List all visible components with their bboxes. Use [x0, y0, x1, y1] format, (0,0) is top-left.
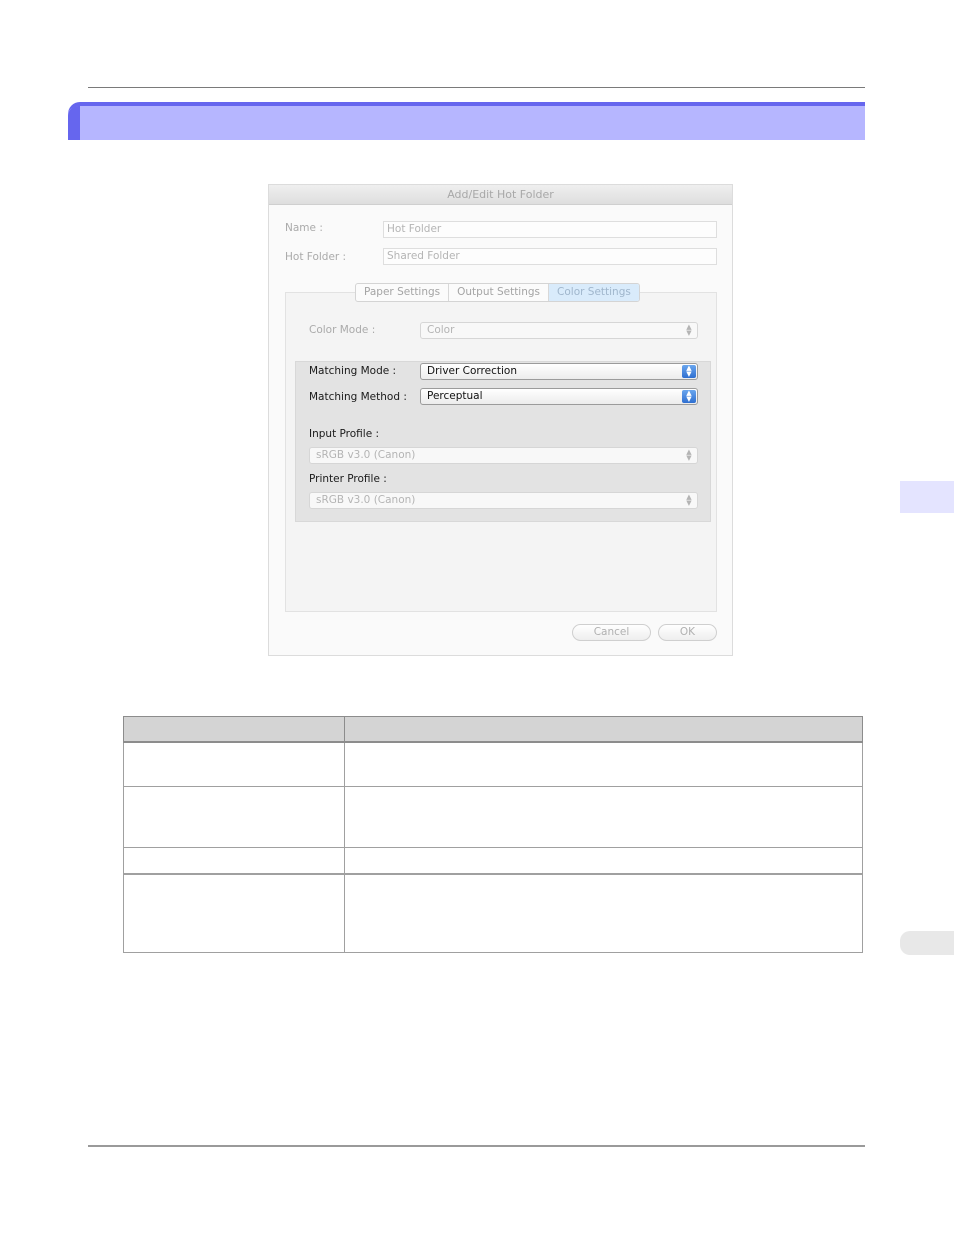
cancel-button[interactable]: Cancel [572, 624, 651, 641]
name-label: Name : [285, 222, 323, 234]
table-row [123, 873, 863, 953]
settings-description-table [123, 716, 863, 953]
name-field[interactable]: Hot Folder [383, 221, 717, 238]
section-side-tab [900, 931, 954, 955]
add-edit-hot-folder-dialog: Add/Edit Hot Folder Name : Hot Folder Ho… [268, 184, 733, 656]
table-row [123, 786, 863, 848]
printer-profile-label: Printer Profile : [309, 473, 387, 485]
updown-arrows-icon: ▲ ▼ [682, 390, 696, 403]
tab-paper-settings[interactable]: Paper Settings [356, 284, 450, 301]
dialog-title: Add/Edit Hot Folder [269, 185, 732, 205]
chapter-side-tab [900, 481, 954, 513]
table-cell [344, 786, 863, 848]
ok-button[interactable]: OK [658, 624, 717, 641]
header-rule [88, 87, 865, 88]
section-heading-banner [68, 102, 865, 140]
table-row [123, 741, 863, 787]
printer-profile-select[interactable]: sRGB v3.0 (Canon) ▲ ▼ [309, 492, 698, 509]
input-profile-select[interactable]: sRGB v3.0 (Canon) ▲ ▼ [309, 447, 698, 464]
printer-profile-value: sRGB v3.0 (Canon) [316, 494, 416, 506]
tab-output-settings[interactable]: Output Settings [449, 284, 550, 301]
hot-folder-field[interactable]: Shared Folder [383, 248, 717, 265]
table-cell [123, 847, 345, 875]
table-cell [344, 847, 863, 875]
input-profile-value: sRGB v3.0 (Canon) [316, 449, 416, 461]
table-header-cell [344, 716, 863, 743]
hot-folder-label: Hot Folder : [285, 251, 347, 263]
matching-mode-value: Driver Correction [427, 365, 517, 377]
settings-tabs: Paper Settings Output Settings Color Set… [355, 283, 640, 302]
input-profile-label: Input Profile : [309, 428, 380, 440]
matching-method-label: Matching Method : [309, 391, 407, 403]
table-cell [123, 873, 345, 953]
tab-color-settings[interactable]: Color Settings [549, 284, 639, 301]
updown-arrows-icon: ▲ ▼ [686, 493, 692, 507]
banner-edge [68, 106, 80, 140]
updown-arrows-icon: ▲ ▼ [682, 365, 696, 378]
updown-arrows-icon: ▲ ▼ [686, 448, 692, 462]
table-cell [344, 873, 863, 953]
table-header-cell [123, 716, 345, 743]
table-cell [123, 786, 345, 848]
footer-rule [88, 1145, 865, 1147]
matching-method-select[interactable]: Perceptual ▲ ▼ [420, 388, 698, 405]
table-row [123, 847, 863, 875]
matching-mode-label: Matching Mode : [309, 365, 397, 377]
color-mode-label: Color Mode : [309, 324, 376, 336]
color-mode-select[interactable]: Color ▲ ▼ [420, 322, 698, 339]
matching-method-value: Perceptual [427, 390, 483, 402]
updown-arrows-icon: ▲ ▼ [686, 323, 692, 337]
color-mode-value: Color [427, 324, 455, 336]
table-cell [344, 741, 863, 787]
table-header-row [123, 716, 863, 743]
matching-mode-select[interactable]: Driver Correction ▲ ▼ [420, 363, 698, 380]
table-cell [123, 741, 345, 787]
